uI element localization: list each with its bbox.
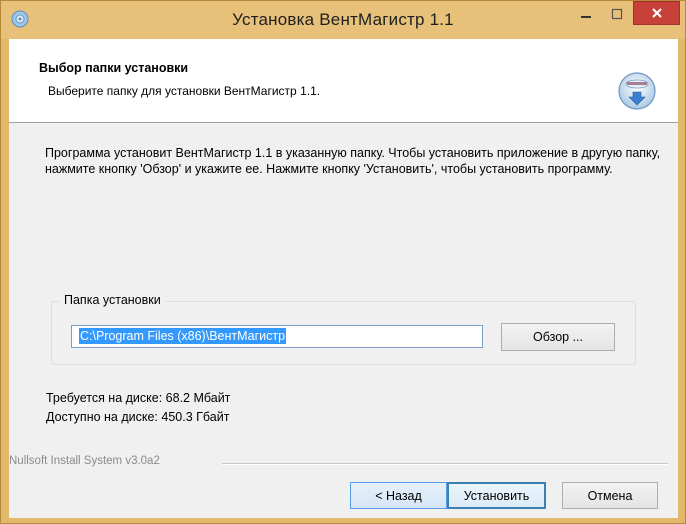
nsis-branding: Nullsoft Install System v3.0a2 — [9, 455, 160, 467]
description-text: Программа установит ВентМагистр 1.1 в ук… — [45, 146, 661, 176]
installer-window: Установка ВентМагистр 1.1 Выбор папки ус… — [0, 0, 686, 524]
browse-button[interactable]: Обзор ... — [501, 323, 615, 351]
space-available: Доступно на диске: 450.3 Гбайт — [46, 410, 230, 424]
minimize-icon — [581, 16, 591, 18]
title-bar[interactable]: Установка ВентМагистр 1.1 — [1, 1, 685, 39]
maximize-icon — [611, 8, 623, 20]
minimize-button[interactable] — [571, 1, 601, 27]
close-icon — [651, 8, 662, 18]
install-path-value: C:\Program Files (x86)\ВентМагистр — [79, 328, 287, 344]
back-button[interactable]: < Назад — [350, 482, 447, 509]
destination-group-label: Папка установки — [59, 293, 166, 307]
page-subtitle: Выберите папку для установки ВентМагистр… — [48, 84, 321, 98]
install-button[interactable]: Установить — [447, 482, 546, 509]
branding-divider — [222, 463, 668, 464]
close-button[interactable] — [633, 1, 680, 25]
installer-disc-icon — [618, 72, 656, 110]
page-header: Выбор папки установки Выберите папку для… — [9, 39, 678, 123]
space-required: Требуется на диске: 68.2 Мбайт — [46, 391, 231, 405]
page-title: Выбор папки установки — [39, 61, 189, 75]
install-path-input[interactable]: C:\Program Files (x86)\ВентМагистр — [71, 325, 483, 348]
cancel-button[interactable]: Отмена — [562, 482, 658, 509]
installer-client-area: Выбор папки установки Выберите папку для… — [9, 39, 678, 518]
maximize-button[interactable] — [602, 1, 632, 27]
